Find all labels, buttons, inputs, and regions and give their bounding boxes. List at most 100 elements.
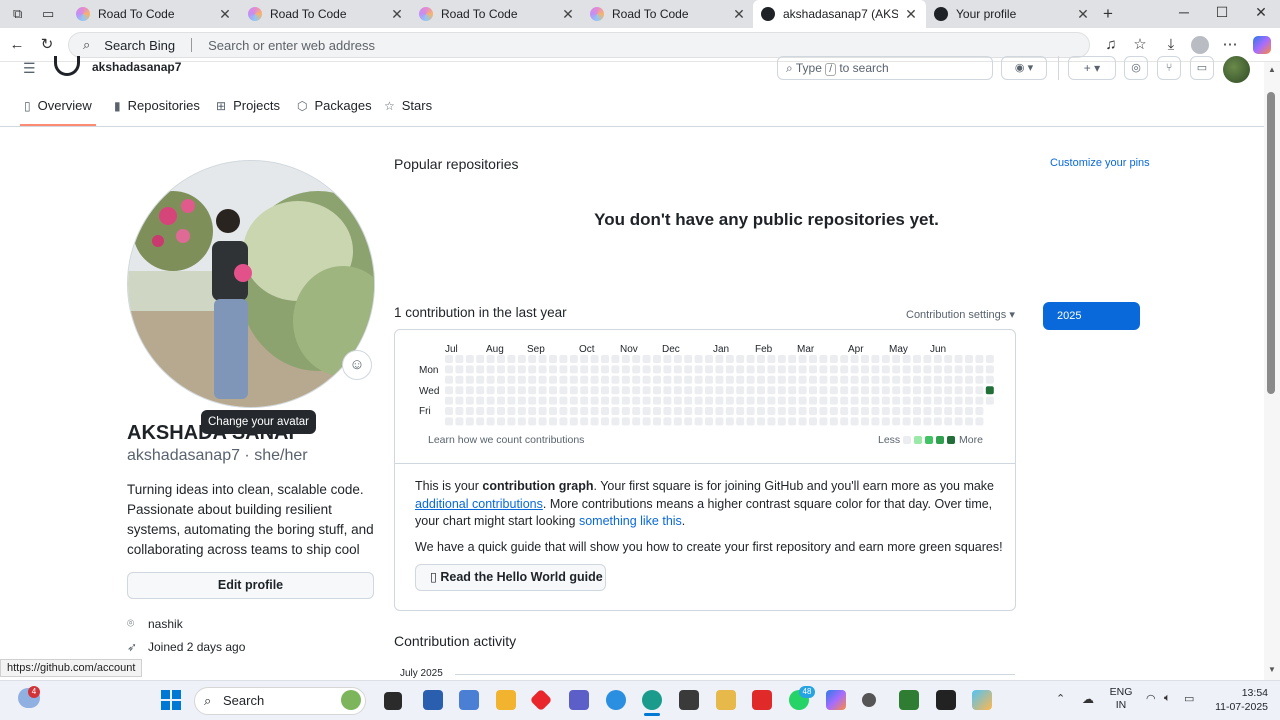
contribution-day[interactable]	[569, 375, 578, 384]
contribution-day[interactable]	[819, 355, 828, 363]
contribution-day[interactable]	[632, 386, 641, 395]
contribution-day[interactable]	[725, 355, 734, 363]
contribution-day[interactable]	[632, 365, 641, 374]
contribution-day[interactable]	[829, 375, 838, 384]
contribution-day[interactable]	[559, 407, 568, 415]
contribution-day[interactable]	[538, 386, 547, 395]
contribution-day[interactable]	[517, 365, 526, 374]
contribution-day[interactable]	[590, 386, 599, 395]
contribution-day[interactable]	[455, 365, 464, 374]
contribution-day[interactable]	[528, 386, 537, 395]
contribution-day[interactable]	[538, 375, 547, 384]
contribution-day[interactable]	[705, 417, 713, 426]
contribution-day[interactable]	[933, 355, 942, 363]
contribution-day[interactable]	[809, 375, 817, 384]
contribution-day[interactable]	[528, 375, 537, 384]
contribution-day[interactable]	[507, 365, 516, 374]
contribution-day[interactable]	[923, 355, 932, 363]
contribution-day[interactable]	[673, 396, 682, 405]
contribution-day[interactable]	[621, 386, 630, 395]
contribution-day[interactable]	[871, 396, 880, 405]
contribution-day[interactable]	[788, 417, 797, 426]
contribution-day[interactable]	[486, 355, 495, 363]
contribution-day[interactable]	[892, 417, 901, 426]
contribution-day[interactable]	[944, 386, 953, 395]
contribution-day[interactable]	[902, 417, 911, 426]
tab-stars[interactable]: ☆ Stars	[384, 98, 432, 113]
year-2025-button[interactable]: 2025	[1043, 302, 1140, 330]
contribution-day[interactable]	[465, 375, 474, 384]
contribution-day[interactable]	[569, 417, 578, 426]
downloads-icon[interactable]: ⤓	[1162, 36, 1180, 54]
browser-tab[interactable]: Your profile ✕	[926, 0, 1098, 28]
contribution-day[interactable]	[725, 396, 734, 405]
contribution-day[interactable]	[705, 365, 713, 374]
contribution-day[interactable]	[455, 355, 464, 363]
contribution-day[interactable]	[684, 407, 693, 415]
contribution-day[interactable]	[736, 365, 745, 374]
contribution-day[interactable]	[975, 407, 984, 415]
pull-requests-button[interactable]: ⑂	[1157, 56, 1181, 80]
media-icon[interactable]	[716, 690, 736, 710]
contribution-day[interactable]	[517, 375, 526, 384]
set-status-button[interactable]: ☺	[342, 350, 372, 380]
contribution-day[interactable]	[465, 355, 474, 363]
contribution-day[interactable]	[611, 355, 620, 363]
tab-actions-icon[interactable]: ▭	[42, 6, 54, 22]
contribution-day[interactable]	[798, 375, 807, 384]
contribution-day[interactable]	[944, 417, 953, 426]
contribution-day[interactable]	[819, 386, 828, 395]
teams-icon[interactable]	[569, 690, 589, 710]
contribution-day[interactable]	[736, 396, 745, 405]
contribution-day[interactable]	[757, 417, 765, 426]
contribution-day[interactable]	[757, 396, 765, 405]
contribution-day[interactable]	[517, 355, 526, 363]
contribution-day[interactable]	[902, 375, 911, 384]
contribution-day[interactable]	[892, 386, 901, 395]
contribution-day[interactable]	[881, 386, 890, 395]
contribution-day[interactable]	[694, 396, 703, 405]
contribution-day[interactable]	[975, 417, 984, 426]
contribution-day[interactable]	[840, 396, 849, 405]
contribution-day[interactable]	[673, 386, 682, 395]
contribution-day[interactable]	[788, 386, 797, 395]
contribution-day[interactable]	[538, 407, 547, 415]
contribution-day[interactable]	[476, 407, 485, 415]
contribution-day[interactable]	[601, 386, 609, 395]
contribution-day[interactable]	[465, 365, 474, 374]
contribution-day[interactable]	[549, 365, 557, 374]
close-tab-icon[interactable]: ✕	[390, 6, 404, 23]
contribution-day[interactable]	[881, 375, 890, 384]
contribution-day[interactable]	[590, 407, 599, 415]
close-tab-icon[interactable]: ✕	[561, 6, 575, 23]
contribution-day[interactable]	[892, 407, 901, 415]
task-view-icon[interactable]	[384, 692, 402, 710]
contribution-day[interactable]	[632, 375, 641, 384]
contribution-day[interactable]	[590, 375, 599, 384]
contribution-day[interactable]	[913, 386, 921, 395]
contribution-day[interactable]	[798, 396, 807, 405]
contribution-day[interactable]	[757, 355, 765, 363]
contribution-day[interactable]	[549, 396, 557, 405]
close-tab-icon[interactable]: ✕	[904, 6, 918, 23]
contribution-day[interactable]	[621, 417, 630, 426]
contribution-day[interactable]	[445, 386, 453, 395]
contribution-day[interactable]	[736, 386, 745, 395]
contribution-day[interactable]	[632, 396, 641, 405]
contribution-day[interactable]	[621, 375, 630, 384]
contribution-day[interactable]	[840, 417, 849, 426]
contribution-day[interactable]	[757, 365, 765, 374]
contribution-day[interactable]	[746, 396, 755, 405]
contribution-day[interactable]	[985, 365, 994, 374]
contribution-day[interactable]	[684, 355, 693, 363]
contribution-day[interactable]	[913, 365, 921, 374]
contribution-day[interactable]	[746, 407, 755, 415]
contribution-day[interactable]	[549, 355, 557, 363]
edge-icon[interactable]	[642, 690, 662, 710]
contribution-day[interactable]	[538, 396, 547, 405]
contribution-day[interactable]	[663, 396, 672, 405]
contribution-day[interactable]	[777, 407, 786, 415]
contribution-day[interactable]	[684, 375, 693, 384]
contribution-day[interactable]	[497, 375, 505, 384]
contribution-day[interactable]	[850, 407, 859, 415]
